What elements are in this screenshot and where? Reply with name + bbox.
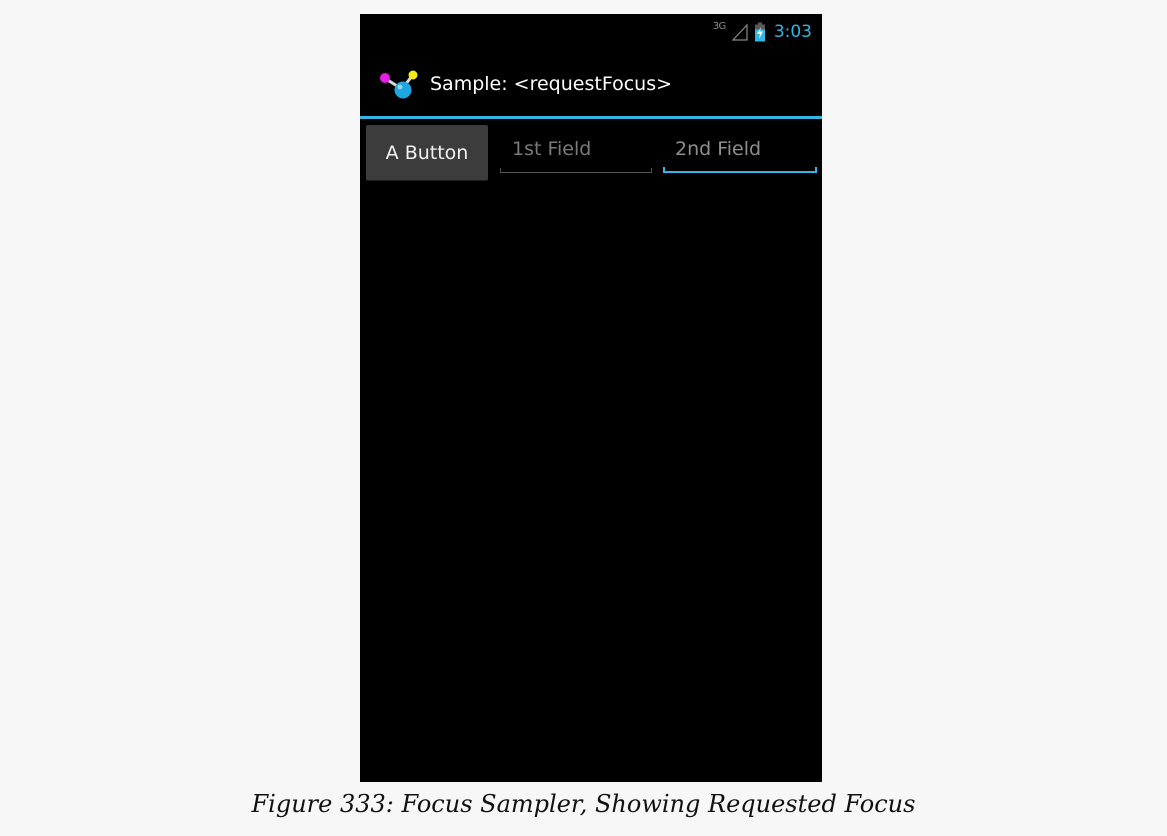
figure-caption: Figure 333: Focus Sampler, Showing Reque…: [251, 790, 916, 818]
a-button[interactable]: A Button: [366, 125, 488, 181]
content-area: A Button: [360, 119, 822, 782]
status-clock: 3:03: [773, 22, 812, 42]
battery-charging-icon: [754, 22, 765, 42]
first-field-underline: [500, 168, 652, 173]
phone-screen: 3G 3:03 Sample: <requestFocus> A Button: [360, 14, 822, 782]
status-icons: 3G 3:03: [713, 20, 812, 44]
second-field: [663, 129, 817, 177]
first-field-input[interactable]: [500, 129, 652, 169]
network-type-label: 3G: [712, 20, 727, 32]
second-field-input[interactable]: [663, 129, 817, 169]
first-field: [500, 129, 652, 177]
action-bar: Sample: <requestFocus>: [360, 50, 822, 116]
status-bar: 3G 3:03: [360, 14, 822, 50]
app-title: Sample: <requestFocus>: [430, 73, 673, 95]
molecule-app-icon[interactable]: [378, 69, 422, 101]
second-field-focus-underline: [663, 167, 817, 173]
signal-triangle-icon: [731, 23, 748, 41]
